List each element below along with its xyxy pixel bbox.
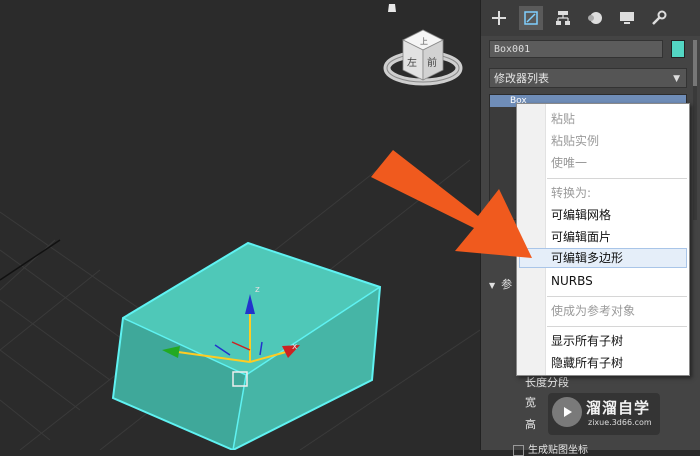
width-label: 宽 — [525, 396, 536, 409]
menu-item-editable-mesh[interactable]: 可编辑网格 — [551, 206, 611, 224]
viewcube-top-label: 上 — [420, 37, 428, 46]
menu-item-nurbs[interactable]: NURBS — [551, 272, 593, 290]
gizmo-x-label: x — [292, 342, 298, 352]
gizmo-z-label: z — [255, 285, 260, 295]
viewcube-front-label: 前 — [427, 56, 437, 69]
menu-item-editable-poly[interactable]: 可编辑多边形 — [551, 249, 623, 267]
menu-separator — [547, 326, 687, 327]
collapse-triangle-icon: ▼ — [489, 281, 496, 290]
gen-mapping-coords-checkbox[interactable]: 生成贴图坐标 — [513, 441, 588, 456]
panel-scrollbar[interactable] — [693, 40, 697, 220]
viewcube[interactable]: 上 左 前 — [383, 4, 463, 86]
menu-item-show-all-subtrees[interactable]: 显示所有子树 — [551, 332, 623, 350]
display-icon — [620, 12, 634, 24]
watermark-url: zixue.3d66.com — [588, 418, 652, 427]
menu-gutter — [517, 104, 546, 375]
viewport-scene: z x 上 左 前 — [0, 4, 480, 450]
tab-hierarchy[interactable] — [551, 6, 575, 30]
chevron-down-icon: ▼ — [673, 74, 680, 84]
menu-item-make-unique[interactable]: 使唯一 — [551, 154, 587, 172]
watermark: 溜溜自学 zixue.3d66.com — [548, 393, 660, 435]
viewport-perspective[interactable]: z x 上 左 前 — [0, 0, 480, 450]
tab-create[interactable] — [487, 6, 511, 30]
modifier-list-dropdown[interactable]: 修改器列表 ▼ — [489, 68, 687, 88]
play-logo-icon — [552, 397, 582, 427]
rollout-title: 参 — [501, 278, 513, 291]
checkbox-check-icon — [513, 444, 524, 456]
checkbox-label: 生成贴图坐标 — [528, 445, 588, 456]
menu-item-make-reference[interactable]: 使成为参考对象 — [551, 302, 635, 320]
menu-separator — [547, 296, 687, 297]
tab-utilities[interactable] — [647, 6, 671, 30]
plus-icon — [492, 11, 506, 25]
menu-item-paste-instance[interactable]: 粘贴实例 — [551, 132, 599, 150]
tab-motion[interactable] — [583, 6, 607, 30]
menu-item-convert-to: 转换为: — [551, 186, 592, 200]
watermark-title: 溜溜自学 — [586, 399, 651, 417]
hierarchy-icon — [556, 11, 570, 25]
height-label: 高 — [525, 418, 536, 431]
object-color-swatch[interactable] — [671, 40, 685, 58]
command-panel-tabs — [481, 0, 700, 36]
scrollbar-thumb[interactable] — [693, 40, 697, 86]
tab-display[interactable] — [615, 6, 639, 30]
menu-item-hide-all-subtrees[interactable]: 隐藏所有子树 — [551, 354, 623, 372]
menu-item-editable-patch[interactable]: 可编辑面片 — [551, 228, 611, 246]
context-menu: 粘贴 粘贴实例 使唯一 转换为: 可编辑网格 可编辑面片 可编辑多边形 NURB… — [516, 103, 690, 376]
tab-modify[interactable] — [519, 6, 543, 30]
modifier-list-label: 修改器列表 — [494, 72, 549, 85]
object-name-field[interactable]: Box001 — [489, 40, 663, 58]
wrench-icon — [652, 10, 667, 25]
viewcube-left-label: 左 — [407, 56, 417, 69]
length-segs-label: 长度分段 — [525, 376, 569, 389]
pin-stack-button[interactable] — [489, 226, 511, 244]
motion-icon — [588, 12, 602, 24]
world-axis-line — [0, 239, 61, 281]
menu-item-paste[interactable]: 粘贴 — [551, 110, 575, 128]
box001-object[interactable] — [111, 241, 382, 450]
modify-icon — [524, 11, 538, 25]
menu-separator — [547, 178, 687, 179]
